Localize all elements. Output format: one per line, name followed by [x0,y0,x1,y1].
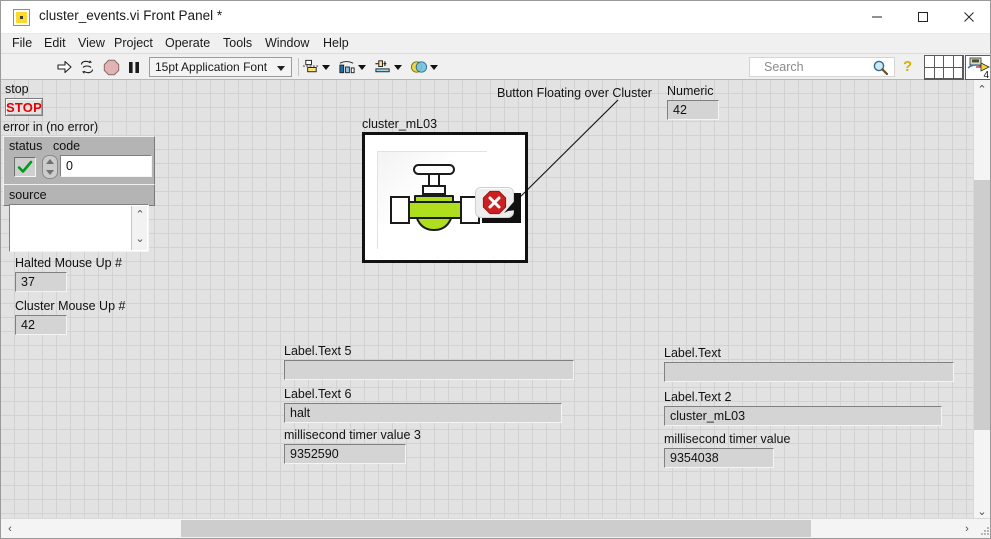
cluster-mouse-up-indicator: 42 [15,315,67,335]
scroll-right-button[interactable]: › [958,519,976,538]
scroll-up-icon[interactable]: ⌃ [132,210,148,221]
minimize-button[interactable] [854,1,900,33]
horizontal-scrollbar[interactable]: ‹ › [1,518,990,538]
chevron-down-icon [358,64,366,70]
status-indicator [14,157,36,177]
label-text-6-label: Label.Text 6 [284,387,352,401]
resize-objects-menu[interactable] [374,56,402,78]
ms-timer-value-3-value: 9352590 [290,447,339,461]
connector-pane[interactable] [924,55,964,80]
menu-view[interactable]: View [75,36,108,50]
context-help-icon[interactable]: ? [903,58,912,75]
distribute-objects-menu[interactable] [338,56,366,78]
ms-timer-value-3-label: millisecond timer value 3 [284,428,421,442]
label-text-2-label: Label.Text 2 [664,390,732,404]
labview-front-panel-window: cluster_events.vi Front Panel * File Edi… [0,0,991,539]
labview-vi-icon [13,9,30,26]
menu-help[interactable]: Help [320,36,352,50]
close-button[interactable] [946,1,990,33]
source-field[interactable]: ⌃ ⌄ [9,204,149,252]
source-label-strip: source [3,184,155,206]
run-continuously-button[interactable] [77,56,97,78]
title-bar: cluster_events.vi Front Panel * [1,1,990,34]
vi-icon-number: 4 [983,70,989,80]
label-text-indicator [664,362,954,382]
source-label: source [9,188,47,202]
label-text-2-value: cluster_mL03 [670,409,746,423]
ms-timer-value-indicator: 9354038 [664,448,774,468]
chevron-down-icon [394,64,402,70]
ms-timer-value-label: millisecond timer value [664,432,791,446]
source-scrollbar[interactable]: ⌃ ⌄ [131,206,147,250]
scroll-down-icon[interactable]: ⌄ [132,234,148,245]
menu-operate[interactable]: Operate [162,36,213,50]
chevron-down-icon [277,66,285,71]
ms-timer-value-value: 9354038 [670,451,719,465]
cluster-mouse-up-label: Cluster Mouse Up # [15,299,126,313]
vertical-scrollbar[interactable]: ⌃ ⌄ [973,80,990,520]
font-selector[interactable]: 15pt Application Font [149,57,292,77]
label-text-5-label: Label.Text 5 [284,344,352,358]
label-text-6-indicator: halt [284,403,562,423]
menu-edit[interactable]: Edit [41,36,69,50]
align-objects-menu[interactable] [302,56,330,78]
vi-icon[interactable]: 4 [965,55,990,80]
toolbar: 15pt Application Font Search ? [1,54,990,80]
ms-timer-value-3-indicator: 9352590 [284,444,406,464]
stop-button[interactable]: STOP [5,98,43,116]
stop-button-text: STOP [6,99,42,115]
label-text-5-indicator [284,360,574,380]
numeric-value: 42 [673,103,687,117]
resize-grip[interactable] [980,526,990,536]
front-panel-canvas[interactable]: stop STOP error in (no error) status cod… [1,80,990,520]
numeric-label: Numeric [667,84,714,98]
search-placeholder: Search [764,60,804,74]
code-label: code [53,139,81,153]
scroll-up-button[interactable]: ⌃ [974,80,990,98]
halted-mouse-up-label: Halted Mouse Up # [15,256,123,270]
window-title: cluster_events.vi Front Panel * [39,8,223,23]
annotation-arrow-icon [504,99,619,213]
chevron-down-icon [322,64,330,70]
cluster-mouse-up-value: 42 [21,318,35,332]
code-field[interactable]: 0 [60,155,152,177]
menu-project[interactable]: Project [111,36,156,50]
run-button[interactable] [54,56,74,78]
font-selector-label: 15pt Application Font [155,60,268,74]
menu-file[interactable]: File [9,36,35,50]
checkmark-icon [17,160,33,173]
menu-window[interactable]: Window [262,36,312,50]
status-label: status [9,139,43,153]
stop-label: stop [5,82,29,96]
chevron-down-icon [430,64,438,70]
scroll-left-button[interactable]: ‹ [1,519,19,538]
label-text-label: Label.Text [664,346,721,360]
error-in-cluster[interactable]: status code 0 [3,136,155,190]
menu-bar: File Edit View Project Operate Tools Win… [1,34,990,54]
vertical-scroll-thumb[interactable] [974,180,990,430]
label-text-2-indicator: cluster_mL03 [664,406,942,426]
halted-mouse-up-value: 37 [21,275,35,289]
menu-tools[interactable]: Tools [220,36,255,50]
reorder-objects-menu[interactable] [410,56,438,78]
code-stepper[interactable] [42,155,58,179]
maximize-button[interactable] [900,1,946,33]
horizontal-scroll-thumb[interactable] [181,520,811,537]
halted-mouse-up-indicator: 37 [15,272,67,292]
pause-button[interactable] [125,56,143,78]
label-text-6-value: halt [290,406,311,420]
error-in-label: error in (no error) [3,120,99,134]
code-value: 0 [66,159,73,173]
search-icon[interactable] [869,56,891,78]
abort-execution-button[interactable] [101,56,121,78]
cluster-picture-label: cluster_mL03 [362,117,438,131]
toolbar-separator [298,58,299,76]
numeric-indicator: 42 [667,100,719,120]
